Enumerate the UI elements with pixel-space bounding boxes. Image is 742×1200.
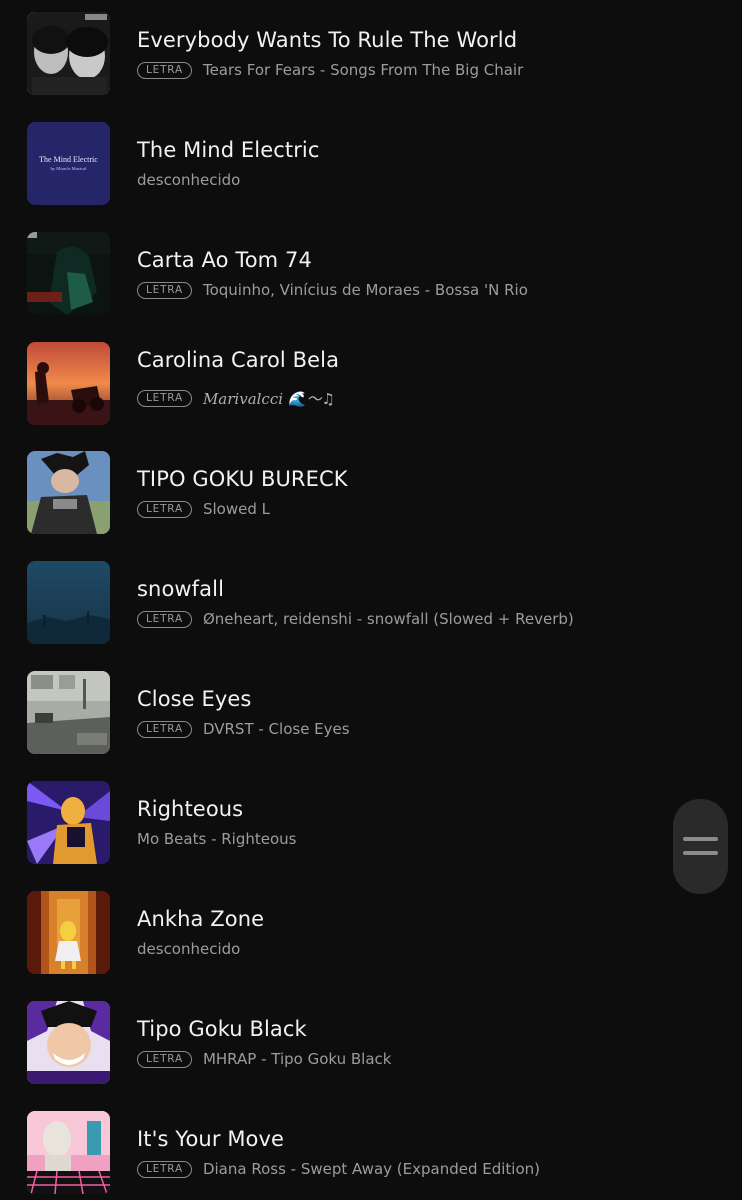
track-row[interactable]: Close Eyes LETRA DVRST - Close Eyes [0,645,742,755]
album-art [27,1001,110,1084]
album-art-artist: by Miracle Musical [51,166,88,171]
track-row[interactable]: snowfall LETRA Øneheart, reidenshi - sno… [0,535,742,645]
album-art [27,1111,110,1194]
track-subtitle: desconhecido [137,171,241,189]
track-title: Carta Ao Tom 74 [137,248,312,272]
track-title: Everybody Wants To Rule The World [137,28,518,52]
track-list: Everybody Wants To Rule The World LETRA … [0,0,742,1195]
track-title: Ankha Zone [137,907,265,931]
fast-scroll-handle[interactable] [673,799,728,894]
track-subtitle: Tears For Fears - Songs From The Big Cha… [202,61,524,79]
track-row[interactable]: Tipo Goku Black LETRA MHRAP - Tipo Goku … [0,975,742,1085]
lyrics-badge: LETRA [137,389,192,407]
track-title: The Mind Electric [137,138,320,162]
track-title: Tipo Goku Black [137,1017,307,1041]
track-row[interactable]: Everybody Wants To Rule The World LETRA … [0,0,742,96]
track-meta: LETRA MHRAP - Tipo Goku Black [137,1049,391,1069]
track-subtitle: Toquinho, Vinícius de Moraes - Bossa 'N … [202,281,528,299]
track-title: It's Your Move [137,1127,285,1151]
track-meta: LETRA Marivalcci 🌊〜♫ [137,388,335,408]
album-art [27,342,110,425]
album-art [27,891,110,974]
track-subtitle: Mo Beats - Righteous [137,830,297,848]
track-subtitle: Diana Ross - Swept Away (Expanded Editio… [202,1160,540,1178]
album-art: The Mind Electric by Miracle Musical [27,122,110,205]
track-meta: desconhecido [137,170,240,190]
track-row[interactable]: Righteous Mo Beats - Righteous [0,755,742,865]
track-meta: desconhecido [137,939,240,959]
album-art [27,451,110,534]
album-art [27,781,110,864]
track-subtitle: Marivalcci 🌊〜♫ [202,389,335,408]
track-meta: Mo Beats - Righteous [137,829,296,849]
track-row[interactable]: It's Your Move LETRA Diana Ross - Swept … [0,1085,742,1195]
track-row[interactable]: The Mind Electric by Miracle Musical The… [0,96,742,206]
track-meta: LETRA Øneheart, reidenshi - snowfall (Sl… [137,609,574,629]
track-meta: LETRA Toquinho, Vinícius de Moraes - Bos… [137,280,528,300]
lyrics-badge: LETRA [137,500,192,518]
track-subtitle: Slowed L [202,500,270,518]
album-art [27,561,110,644]
track-title: TIPO GOKU BURECK [137,467,348,491]
track-title: Righteous [137,797,244,821]
track-title: Close Eyes [137,687,252,711]
track-title: snowfall [137,577,225,601]
lyrics-badge: LETRA [137,1160,192,1178]
album-art [27,671,110,754]
lyrics-badge: LETRA [137,61,192,79]
track-row[interactable]: Carta Ao Tom 74 LETRA Toquinho, Vinícius… [0,206,742,316]
track-row[interactable]: TIPO GOKU BURECK LETRA Slowed L [0,425,742,535]
track-meta: LETRA Slowed L [137,499,270,519]
track-meta: LETRA Diana Ross - Swept Away (Expanded … [137,1159,540,1179]
track-subtitle: MHRAP - Tipo Goku Black [202,1050,392,1068]
track-title: Carolina Carol Bela [137,348,340,372]
lyrics-badge: LETRA [137,720,192,738]
album-art [27,12,110,95]
album-art-title: The Mind Electric [39,155,98,164]
track-meta: LETRA Tears For Fears - Songs From The B… [137,60,523,80]
album-art [27,232,110,315]
track-row[interactable]: Ankha Zone desconhecido [0,865,742,975]
lyrics-badge: LETRA [137,1050,192,1068]
lyrics-badge: LETRA [137,281,192,299]
track-meta: LETRA DVRST - Close Eyes [137,719,350,739]
track-subtitle: DVRST - Close Eyes [202,720,350,738]
lyrics-badge: LETRA [137,610,192,628]
track-subtitle: desconhecido [137,940,241,958]
track-row[interactable]: Carolina Carol Bela LETRA Marivalcci 🌊〜♫ [0,316,742,425]
track-subtitle: Øneheart, reidenshi - snowfall (Slowed +… [202,610,574,628]
